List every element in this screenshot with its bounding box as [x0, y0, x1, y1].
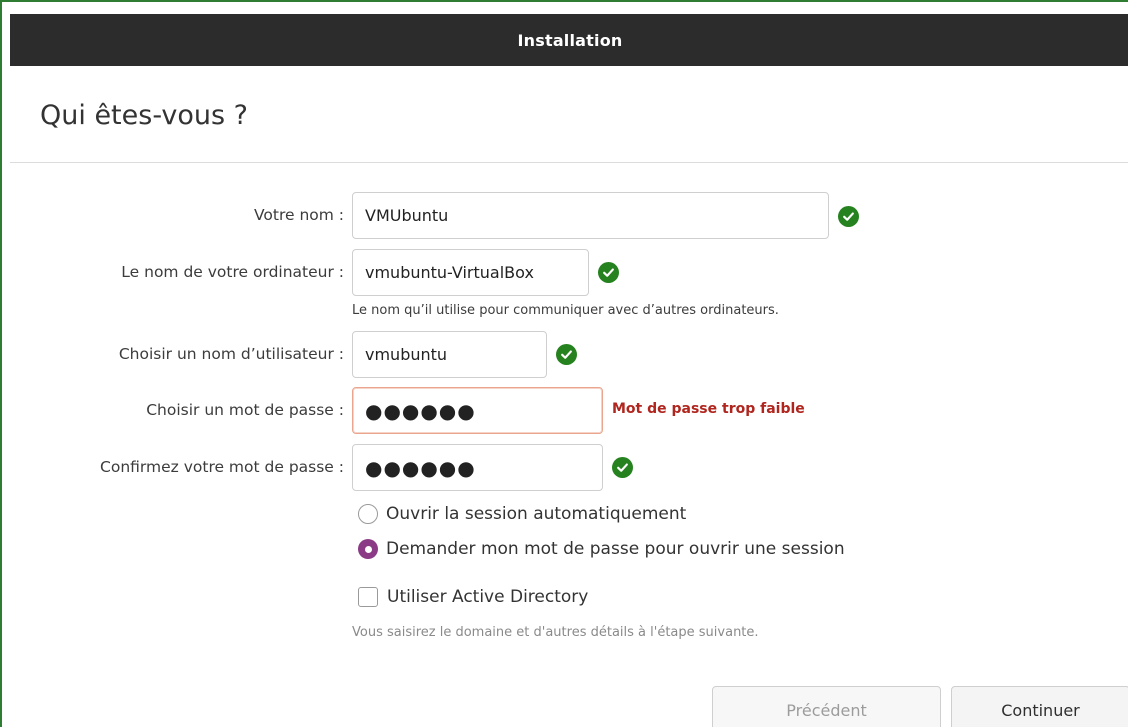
- installer-window: Installation Qui êtes-vous ? Votre nom :…: [0, 0, 1128, 727]
- radio-button-icon[interactable]: [358, 504, 378, 524]
- username-label: Choisir un nom d’utilisateur :: [118, 345, 344, 363]
- continue-button[interactable]: Continuer: [951, 686, 1128, 727]
- page-header: Qui êtes-vous ?: [10, 66, 1128, 163]
- password-strength-error: Mot de passe trop faible: [612, 401, 805, 417]
- confirm-password-label: Confirmez votre mot de passe :: [100, 458, 344, 476]
- name-label: Votre nom :: [253, 206, 344, 224]
- radio-auto-login[interactable]: Ouvrir la session automatiquement: [358, 504, 686, 524]
- active-directory-hint: Vous saisirez le domaine et d'autres dét…: [352, 625, 759, 640]
- page-title: Qui êtes-vous ?: [40, 100, 248, 131]
- radio-auto-login-label: Ouvrir la session automatiquement: [386, 504, 687, 524]
- username-input[interactable]: vmubuntu: [352, 331, 547, 378]
- check-circle-icon: [838, 206, 859, 227]
- back-button[interactable]: Précédent: [712, 686, 941, 727]
- active-directory-label: Utiliser Active Directory: [387, 587, 589, 607]
- password-label: Choisir un mot de passe :: [146, 401, 344, 419]
- radio-button-selected-icon[interactable]: [358, 539, 378, 559]
- name-value: VMUbuntu: [365, 206, 449, 225]
- active-directory-checkbox[interactable]: Utiliser Active Directory: [358, 587, 588, 607]
- window-title: Installation: [517, 30, 623, 50]
- checkbox-icon[interactable]: [358, 587, 378, 607]
- confirm-password-input[interactable]: ●●●●●●: [352, 444, 603, 491]
- computer-name-label: Le nom de votre ordinateur :: [121, 263, 344, 281]
- password-input[interactable]: ●●●●●●: [352, 387, 603, 434]
- radio-ask-password[interactable]: Demander mon mot de passe pour ouvrir un…: [358, 539, 845, 559]
- check-circle-icon: [612, 457, 633, 478]
- computer-name-input[interactable]: vmubuntu-VirtualBox: [352, 249, 589, 296]
- confirm-password-masked-value: ●●●●●●: [365, 455, 476, 480]
- computer-name-value: vmubuntu-VirtualBox: [365, 263, 534, 282]
- title-bar: Installation: [10, 14, 1128, 66]
- check-circle-icon: [556, 344, 577, 365]
- password-masked-value: ●●●●●●: [365, 398, 476, 423]
- check-circle-icon: [598, 262, 619, 283]
- username-value: vmubuntu: [365, 345, 448, 364]
- radio-ask-password-label: Demander mon mot de passe pour ouvrir un…: [386, 539, 845, 559]
- name-input[interactable]: VMUbuntu: [352, 192, 829, 239]
- computer-name-hint: Le nom qu’il utilise pour communiquer av…: [352, 303, 779, 318]
